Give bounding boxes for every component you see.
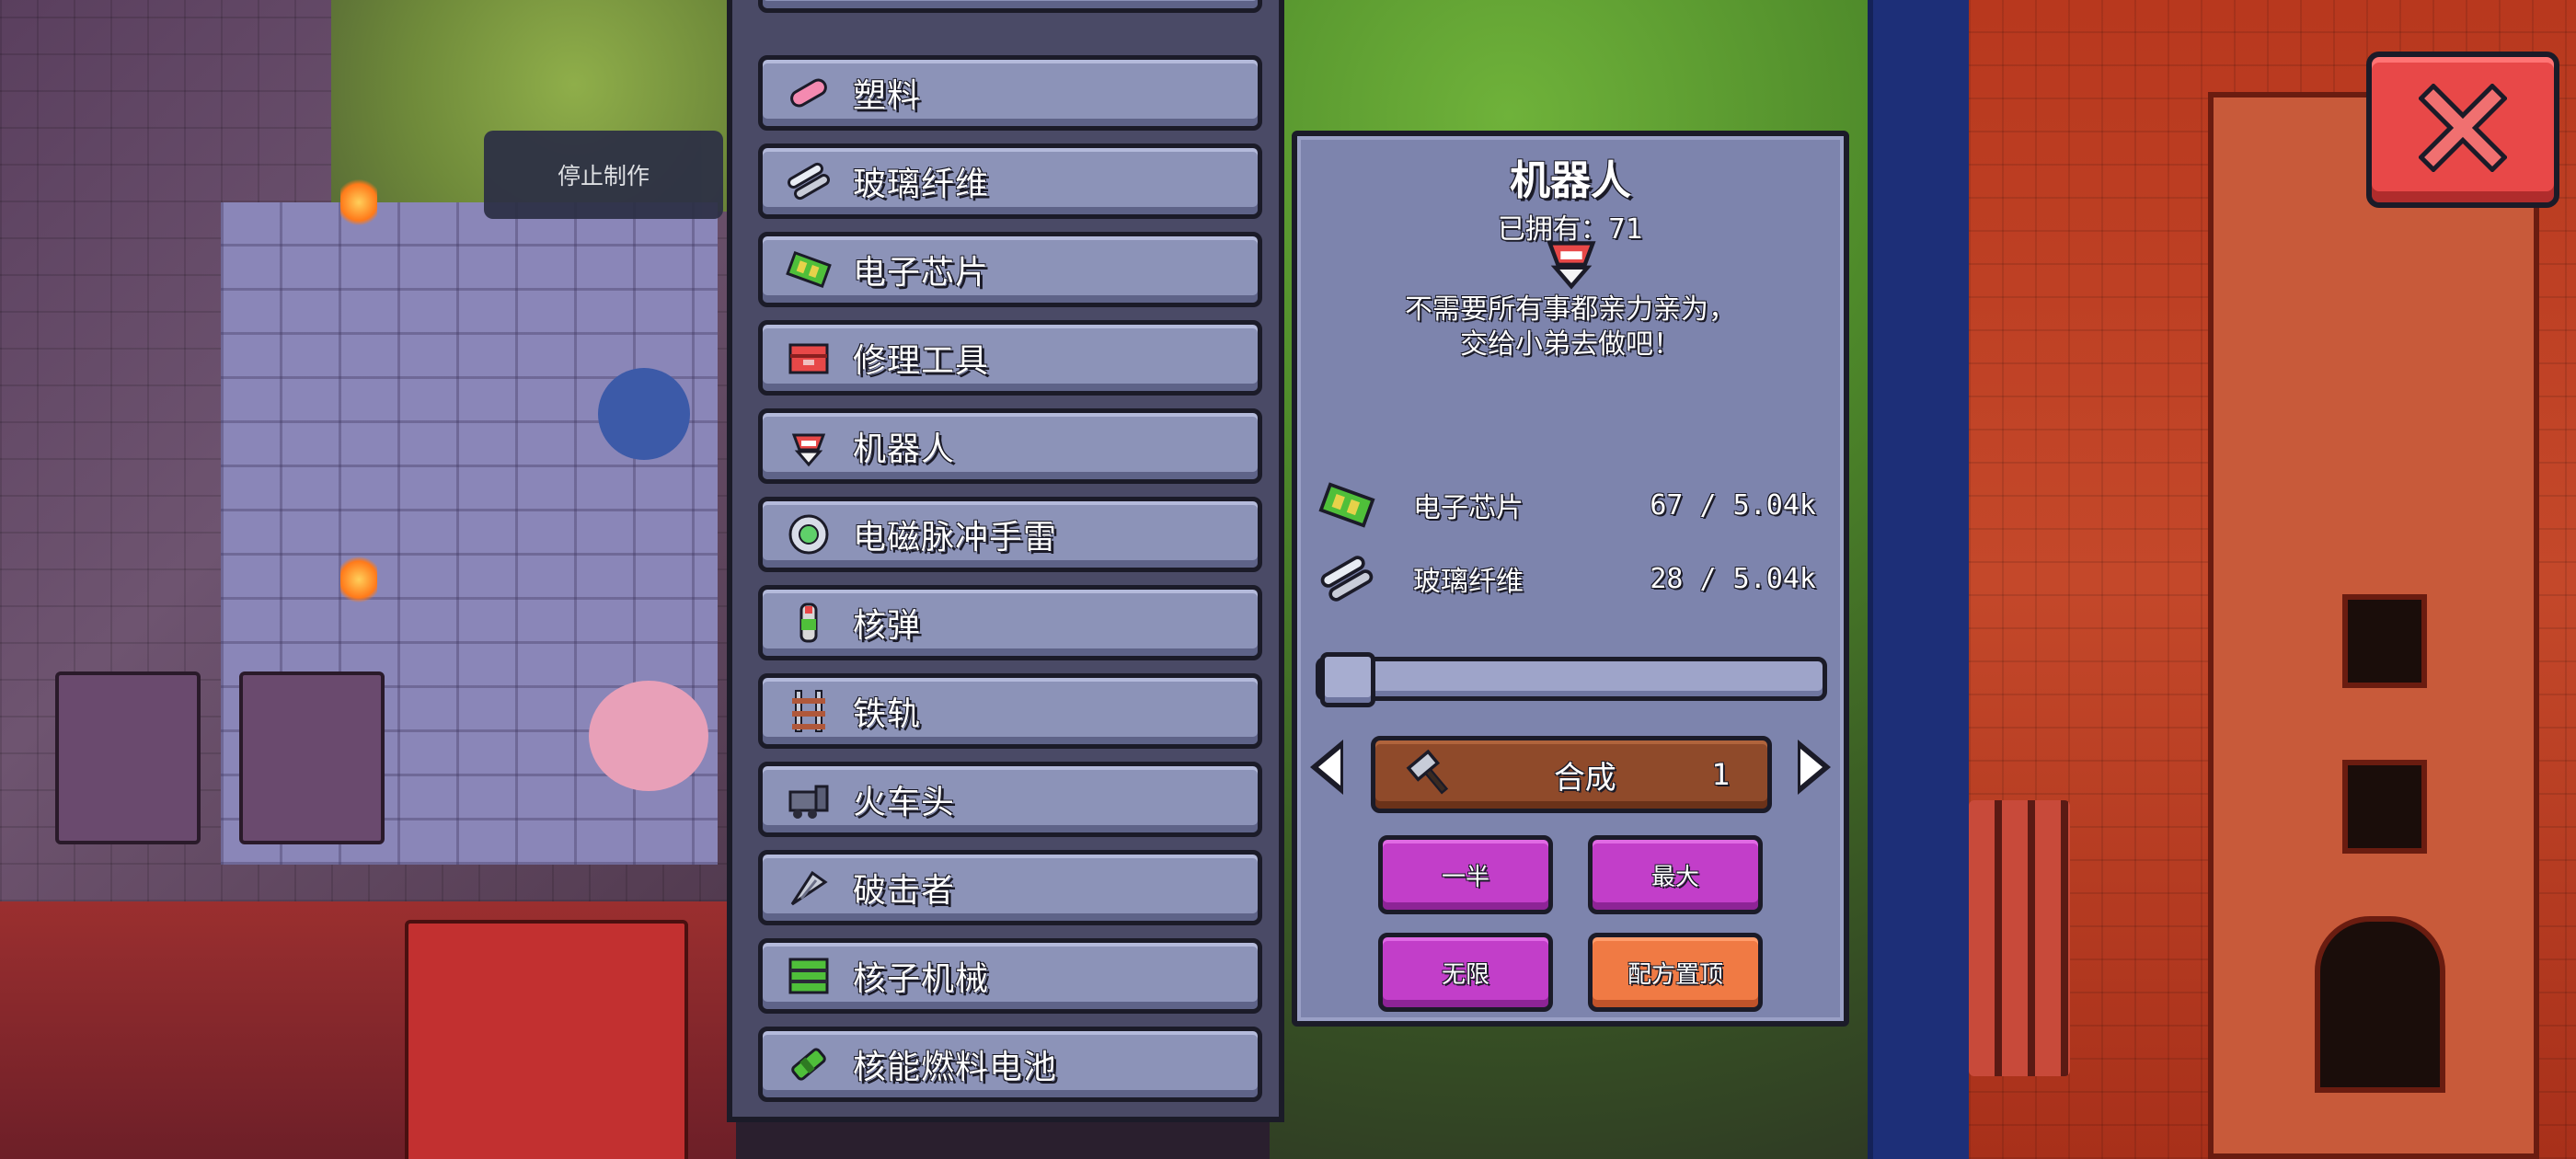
pin-recipe-button[interactable]: 配方置顶 [1588, 933, 1763, 1012]
half-label: 一半 [1441, 863, 1489, 891]
max-label: 最大 [1650, 863, 1699, 891]
chip-icon [783, 244, 834, 295]
craft-label: 合成 [1553, 759, 1616, 797]
recipe-item-label: 火车头 [853, 784, 956, 821]
blue-orb [598, 368, 690, 460]
red-fence [1969, 800, 2070, 1076]
recipe-item-glass-fiber[interactable]: 玻璃纤维 [758, 143, 1262, 219]
recipe-item-nuke[interactable]: 核弹 [758, 585, 1262, 660]
robot-icon [783, 420, 834, 472]
recipe-item-locomotive[interactable]: 火车头 [758, 762, 1262, 837]
recipe-item-emp-grenade[interactable]: 电磁脉冲手雷 [758, 497, 1262, 572]
recipe-item-label: 电磁脉冲手雷 [853, 519, 1058, 557]
potion-shelf [55, 671, 201, 844]
stop-crafting-button[interactable]: 停止制作 [484, 131, 723, 219]
tower-window [2342, 760, 2427, 854]
recipe-list-panel[interactable]: 塑料 玻璃纤维 电子芯片 修理工具 机器人 电磁脉冲手雷 核弹 铁轨 火车头 破… [727, 0, 1284, 1122]
repair-tool-icon [783, 332, 834, 384]
ingredient-name: 电子芯片 [1413, 492, 1524, 524]
recipe-item-repair-tool[interactable]: 修理工具 [758, 320, 1262, 396]
recipe-item-fuel-cell[interactable]: 核能燃料电池 [758, 1027, 1262, 1102]
close-icon [2418, 83, 2508, 176]
torch-icon [340, 175, 377, 230]
craft-quantity: 1 [1711, 757, 1731, 792]
game-world-background [0, 0, 2576, 1159]
craft-button[interactable]: 合成 1 [1371, 736, 1772, 813]
recipe-item-label: 铁轨 [853, 695, 922, 733]
ingredient-name: 玻璃纤维 [1413, 566, 1524, 598]
max-button[interactable]: 最大 [1588, 835, 1763, 914]
pin-recipe-label: 配方置顶 [1627, 960, 1723, 989]
ingredient-count: 28 / 5.04k [1650, 562, 1816, 595]
glass-fiber-icon [1310, 546, 1384, 611]
recipe-item-label: 破击者 [853, 872, 956, 910]
stop-crafting-label: 停止制作 [557, 163, 650, 189]
red-tower [2208, 92, 2539, 1159]
recipe-item-breaker[interactable]: 破击者 [758, 850, 1262, 925]
potion-shelf [239, 671, 385, 844]
red-machine [405, 920, 688, 1159]
increase-arrow-icon[interactable] [1798, 740, 1831, 795]
hammer-icon [1403, 747, 1458, 802]
river [1868, 0, 1978, 1159]
chip-icon [1310, 473, 1384, 537]
recipe-item-label: 核能燃料电池 [853, 1049, 1058, 1086]
recipe-item-plastic[interactable]: 塑料 [758, 55, 1262, 131]
rail-icon [783, 685, 834, 737]
recipe-item-partial[interactable] [758, 0, 1262, 13]
quantity-slider[interactable] [1316, 652, 1827, 707]
tower-window [2342, 594, 2427, 688]
recipe-detail-panel: 机器人 已拥有：71 不需要所有事都亲力亲为， 交给小弟去做吧！ 电子芯片 67… [1292, 131, 1849, 1027]
infinite-button[interactable]: 无限 [1378, 933, 1553, 1012]
nuclear-machine-icon [783, 950, 834, 1002]
close-button[interactable] [2366, 52, 2559, 208]
recipe-item-label: 核弹 [853, 607, 922, 645]
pink-creature [589, 681, 708, 791]
emp-grenade-icon [783, 509, 834, 560]
recipe-item-label: 玻璃纤维 [853, 166, 990, 203]
recipe-item-label: 电子芯片 [853, 254, 990, 292]
recipe-item-robot[interactable]: 机器人 [758, 408, 1262, 484]
decrease-arrow-icon[interactable] [1310, 740, 1343, 795]
recipe-item-label: 核子机械 [853, 960, 990, 998]
recipe-item-chip[interactable]: 电子芯片 [758, 232, 1262, 307]
recipe-item-nuclear-machine[interactable]: 核子机械 [758, 938, 1262, 1014]
recipe-item-label: 塑料 [853, 77, 922, 115]
glass-fiber-icon [783, 155, 834, 207]
description-line: 不需要所有事都亲力亲为， [1405, 293, 1736, 326]
locomotive-icon [783, 774, 834, 825]
breaker-icon [783, 862, 834, 913]
fuel-cell-icon [783, 1039, 834, 1090]
half-button[interactable]: 一半 [1378, 835, 1553, 914]
torch-icon [340, 552, 377, 607]
recipe-item-rail[interactable]: 铁轨 [758, 673, 1262, 749]
recipe-description: 不需要所有事都亲力亲为， 交给小弟去做吧！ [1297, 293, 1844, 362]
plastic-icon [783, 67, 834, 119]
ingredient-count: 67 / 5.04k [1650, 488, 1816, 522]
robot-icon [1536, 224, 1606, 294]
tower-door [2315, 916, 2445, 1093]
infinite-label: 无限 [1441, 960, 1489, 989]
description-line: 交给小弟去做吧！ [1460, 328, 1681, 361]
slider-knob[interactable] [1320, 652, 1375, 707]
nuke-icon [783, 597, 834, 648]
recipe-item-label: 修理工具 [853, 342, 990, 380]
recipe-title: 机器人 [1510, 157, 1631, 204]
ingredient-row: 玻璃纤维 28 / 5.04k [1310, 546, 1834, 611]
ingredient-row: 电子芯片 67 / 5.04k [1310, 473, 1834, 537]
recipe-item-label: 机器人 [853, 430, 956, 468]
